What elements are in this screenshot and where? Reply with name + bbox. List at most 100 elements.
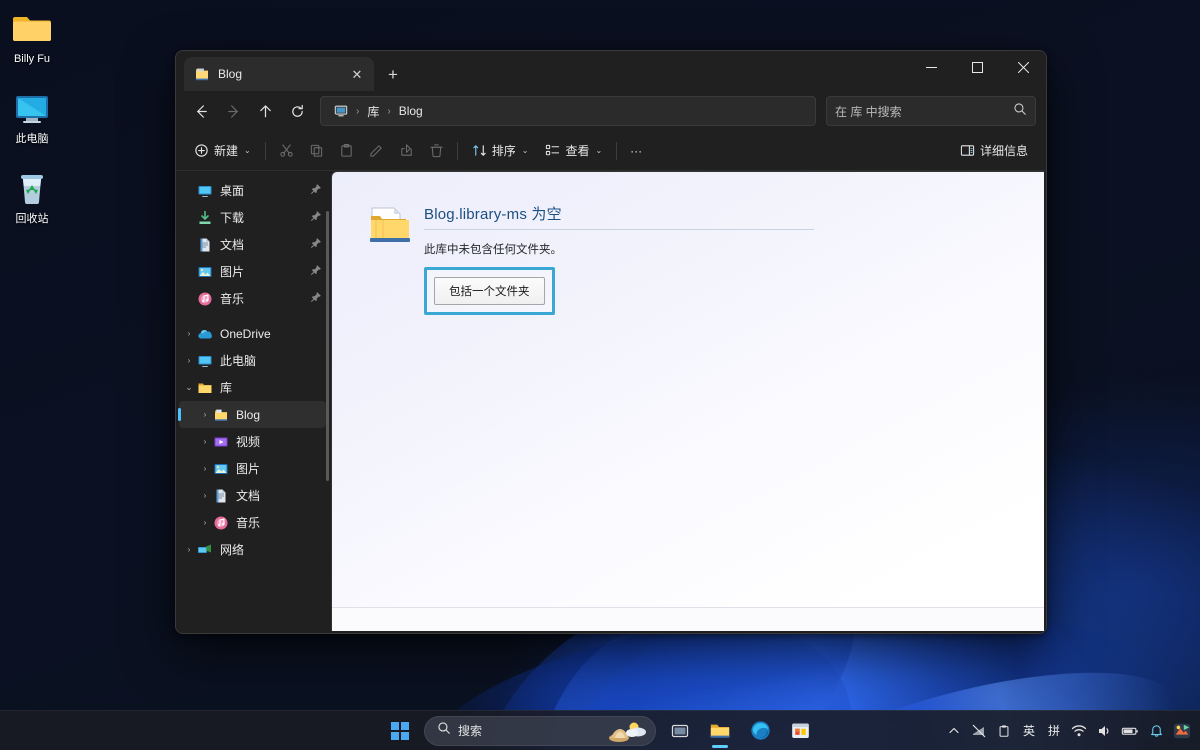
sidebar-item-label: 图片 — [236, 460, 322, 477]
sidebar-item-pictures-lib[interactable]: › 图片 — [179, 455, 326, 482]
network-disconnected-icon[interactable] — [968, 716, 990, 746]
sidebar-item-label: 文档 — [236, 487, 322, 504]
view-button[interactable]: 查看 ⌄ — [537, 136, 610, 166]
taskbar-search-box[interactable]: 搜索 — [424, 716, 656, 746]
desktop-icon-billy-fu[interactable]: Billy Fu — [0, 8, 64, 66]
pin-icon[interactable] — [310, 182, 322, 200]
sidebar-item-libraries[interactable]: ⌄ 库 — [179, 374, 326, 401]
sidebar-item-label: OneDrive — [220, 327, 322, 341]
microsoft-store-button[interactable] — [782, 713, 818, 749]
chevron-right-icon[interactable]: › — [197, 464, 213, 473]
sidebar-scrollbar[interactable] — [326, 211, 329, 481]
chevron-right-icon[interactable]: › — [197, 437, 213, 446]
volume-icon[interactable] — [1093, 716, 1115, 746]
address-bar-row: › 库 › Blog 在 库 中搜索 — [176, 91, 1046, 131]
minimize-button[interactable] — [908, 51, 954, 83]
chevron-down-icon[interactable]: ⌄ — [181, 382, 197, 393]
pin-icon[interactable] — [310, 236, 322, 254]
sidebar-item-desktop[interactable]: › 桌面 — [179, 177, 326, 204]
close-button[interactable] — [1000, 51, 1046, 83]
refresh-button[interactable] — [282, 96, 312, 126]
sidebar-item-documents-lib[interactable]: › 文档 — [179, 482, 326, 509]
include-folder-button[interactable]: 包括一个文件夹 — [434, 277, 545, 305]
more-options-button[interactable]: ··· — [623, 136, 649, 166]
search-icon[interactable] — [1013, 102, 1027, 121]
tab-strip: Blog ✕ + — [184, 51, 408, 91]
back-button[interactable] — [186, 96, 216, 126]
chevron-right-icon[interactable]: › — [197, 410, 213, 419]
toolbar-divider — [265, 142, 266, 160]
music-icon — [197, 291, 213, 307]
rename-button[interactable] — [362, 136, 391, 166]
details-pane-button[interactable]: 详细信息 — [952, 136, 1036, 166]
clipboard-icon[interactable] — [993, 716, 1015, 746]
file-list-pane[interactable]: Blog.library-ms 为空 此库中未包含任何文件夹。 包括一个文件夹 — [331, 171, 1044, 631]
search-input[interactable]: 在 库 中搜索 — [826, 96, 1036, 126]
paste-button[interactable] — [332, 136, 361, 166]
sidebar-item-network[interactable]: › 网络 — [179, 536, 326, 563]
sidebar-item-documents[interactable]: › 文档 — [179, 231, 326, 258]
pictures-icon — [213, 461, 229, 477]
pin-icon[interactable] — [310, 209, 322, 227]
sidebar-item-blog[interactable]: › Blog — [179, 401, 326, 428]
chevron-right-icon[interactable]: › — [181, 545, 197, 554]
sidebar-item-videos[interactable]: › 视频 — [179, 428, 326, 455]
sidebar-item-music[interactable]: › 音乐 — [179, 285, 326, 312]
delete-button[interactable] — [422, 136, 451, 166]
pin-icon[interactable] — [310, 263, 322, 281]
ime-pinyin-icon[interactable]: 拼 — [1043, 716, 1065, 746]
task-view-button[interactable] — [662, 713, 698, 749]
sidebar-item-onedrive[interactable]: › OneDrive — [179, 320, 326, 347]
sidebar-item-label: 网络 — [220, 541, 322, 558]
show-hidden-icons-button[interactable] — [943, 716, 965, 746]
tab-blog[interactable]: Blog ✕ — [184, 57, 374, 91]
weather-widget-icon[interactable] — [605, 718, 649, 744]
start-button[interactable] — [382, 713, 418, 749]
file-explorer-button[interactable] — [702, 713, 738, 749]
share-button[interactable] — [392, 136, 421, 166]
empty-library-title: Blog.library-ms 为空 — [424, 203, 814, 230]
sidebar-item-this-pc[interactable]: › 此电脑 — [179, 347, 326, 374]
music-icon — [213, 515, 229, 531]
sidebar-item-label: 图片 — [220, 263, 310, 280]
tab-title: Blog — [218, 67, 346, 81]
sidebar-item-label: Blog — [236, 408, 322, 422]
sidebar-gap — [176, 312, 331, 320]
chevron-right-icon[interactable]: › — [181, 356, 197, 365]
battery-icon[interactable] — [1118, 716, 1142, 746]
monitor-icon[interactable] — [329, 102, 353, 121]
app-tray-icon[interactable] — [1170, 716, 1194, 746]
edge-button[interactable] — [742, 713, 778, 749]
command-bar: 新建 ⌄ 排序 ⌄ 查看 ⌄ — [176, 131, 1046, 171]
chevron-right-icon[interactable]: › — [197, 518, 213, 527]
sidebar-item-label: 库 — [220, 379, 322, 396]
copy-button[interactable] — [302, 136, 331, 166]
sidebar-item-pictures[interactable]: › 图片 — [179, 258, 326, 285]
new-button[interactable]: 新建 ⌄ — [186, 136, 259, 166]
chevron-right-icon[interactable]: › — [197, 491, 213, 500]
cut-button[interactable] — [272, 136, 301, 166]
breadcrumb[interactable]: › 库 › Blog — [320, 96, 816, 126]
pin-icon[interactable] — [310, 290, 322, 308]
sort-button[interactable]: 排序 ⌄ — [464, 136, 537, 166]
wifi-icon[interactable] — [1068, 716, 1090, 746]
breadcrumb-item-library[interactable]: 库 — [362, 101, 384, 122]
tab-close-icon[interactable]: ✕ — [346, 63, 368, 85]
new-tab-button[interactable]: + — [378, 59, 408, 89]
maximize-button[interactable] — [954, 51, 1000, 83]
desktop-icon-recycle-bin[interactable]: 回收站 — [0, 168, 64, 226]
desktop-icon-label: 此电脑 — [16, 133, 49, 146]
breadcrumb-item-blog[interactable]: Blog — [394, 102, 428, 120]
chevron-right-icon[interactable]: › — [181, 329, 197, 338]
notification-bell-icon[interactable] — [1145, 716, 1167, 746]
empty-library-message: Blog.library-ms 为空 此库中未包含任何文件夹。 包括一个文件夹 — [332, 172, 1044, 607]
downloads-icon — [197, 210, 213, 226]
up-button[interactable] — [250, 96, 280, 126]
documents-icon — [213, 488, 229, 504]
desktop-icon-this-pc[interactable]: 此电脑 — [0, 88, 64, 146]
sidebar-item-downloads[interactable]: › 下载 — [179, 204, 326, 231]
desktop-icon — [197, 183, 213, 199]
forward-button[interactable] — [218, 96, 248, 126]
ime-english-icon[interactable]: 英 — [1018, 716, 1040, 746]
sidebar-item-music-lib[interactable]: › 音乐 — [179, 509, 326, 536]
